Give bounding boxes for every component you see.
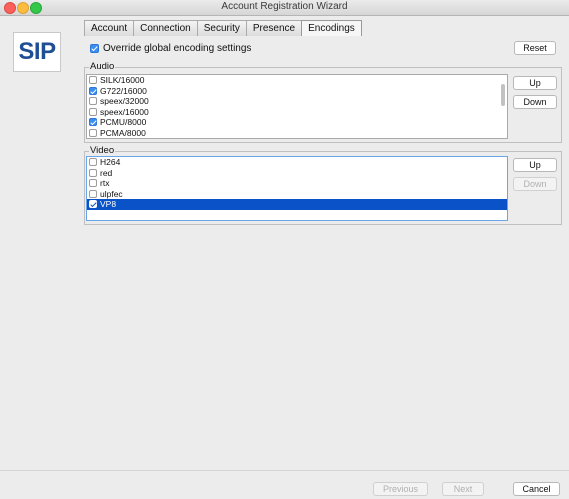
override-checkbox[interactable] [90,44,99,53]
audio-list-scrollbar[interactable] [501,84,505,106]
video-codec-checkbox[interactable] [89,168,97,177]
video-down-button[interactable]: Down [513,177,557,191]
audio-codec-checkbox[interactable] [89,86,97,95]
next-button[interactable]: Next [442,482,484,496]
tab-presence[interactable]: Presence [245,20,303,36]
audio-codec-checkbox[interactable] [89,118,97,127]
video-codec-checkbox[interactable] [89,200,97,209]
audio-codec-checkbox[interactable] [89,76,97,85]
video-codec-checkbox[interactable] [89,189,97,198]
video-codec-checkbox[interactable] [89,158,97,167]
override-label: Override global encoding settings [103,43,252,54]
audio-codec-name: PCMU/8000 [100,117,147,128]
footer-divider [0,470,569,471]
audio-codec-name: G722/16000 [100,85,147,96]
video-codec-name: red [100,167,113,178]
tab-connection[interactable]: Connection [133,20,198,36]
audio-codec-checkbox[interactable] [89,97,97,106]
tab-account[interactable]: Account [84,20,135,36]
audio-codec-row[interactable]: SILK/16000 [87,75,507,86]
reset-button[interactable]: Reset [514,41,556,55]
override-encoding-option[interactable]: Override global encoding settings [90,43,251,54]
sip-logo: SIP [13,32,61,72]
audio-codec-name: PCMA/8000 [100,127,146,138]
audio-codec-row[interactable]: speex/16000 [87,107,507,118]
tab-security[interactable]: Security [196,20,247,36]
audio-codec-row[interactable]: G722/16000 [87,86,507,97]
tab-encodings[interactable]: Encodings [301,20,362,36]
cancel-button[interactable]: Cancel [513,482,560,496]
audio-codec-name: SILK/16000 [100,75,145,86]
sip-logo-text: SIP [18,38,56,65]
window-title: Account Registration Wizard [221,1,348,12]
video-codec-row[interactable]: VP8 [87,199,507,210]
tab-bar: Account Connection Security Presence Enc… [84,20,362,36]
video-codec-row[interactable]: H264 [87,157,507,168]
previous-button[interactable]: Previous [373,482,428,496]
audio-codec-row[interactable]: speex/32000 [87,96,507,107]
title-bar: Account Registration Wizard [0,0,569,16]
audio-group-label: Audio [89,61,116,72]
video-codec-row[interactable]: ulpfec [87,189,507,200]
video-codec-name: H264 [100,157,121,168]
video-codec-name: rtx [100,178,110,189]
video-codec-name: ulpfec [100,188,123,199]
video-codec-list[interactable]: H264 red rtx ulpfec VP8 [86,156,508,221]
video-codec-row[interactable]: red [87,168,507,179]
video-codec-row[interactable]: rtx [87,178,507,189]
audio-codec-list[interactable]: SILK/16000 G722/16000 speex/32000 speex/160… [86,74,508,139]
audio-codec-name: speex/16000 [100,106,149,117]
audio-codec-row[interactable]: PCMA/8000 [87,128,507,139]
video-codec-checkbox[interactable] [89,179,97,188]
video-group-label: Video [89,145,116,156]
audio-codec-checkbox[interactable] [89,107,97,116]
audio-codec-row[interactable]: PCMU/8000 [87,117,507,128]
video-codec-name: VP8 [100,199,117,210]
audio-down-button[interactable]: Down [513,95,557,109]
audio-up-button[interactable]: Up [513,76,557,90]
audio-codec-name: speex/32000 [100,96,149,107]
video-up-button[interactable]: Up [513,158,557,172]
audio-codec-checkbox[interactable] [89,128,97,137]
